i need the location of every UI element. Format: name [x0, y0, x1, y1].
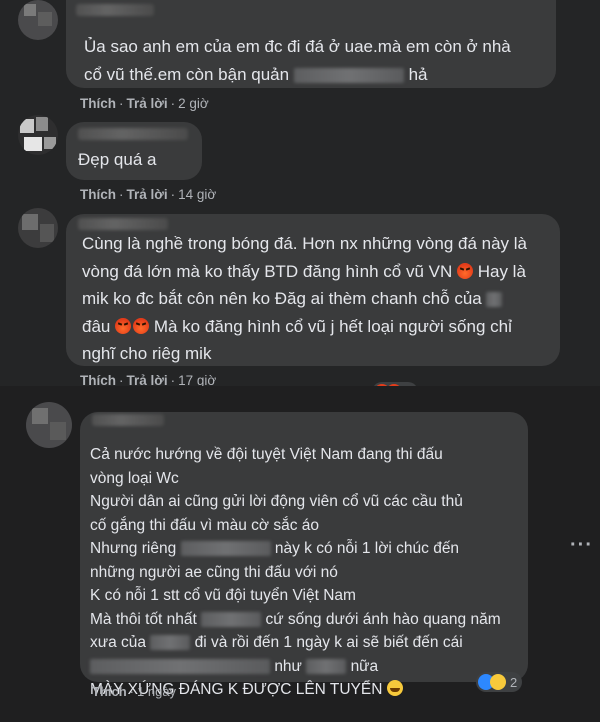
avatar[interactable]	[26, 402, 72, 448]
reply-link[interactable]: Trả lời	[127, 96, 168, 111]
comment-panel-bottom: Cả nước hướng về đội tuyệt Việt Nam đang…	[0, 386, 600, 722]
comment-bubble: Cả nước hướng về đội tuyệt Việt Nam đang…	[80, 412, 528, 698]
commenter-name[interactable]	[92, 414, 164, 426]
like-link[interactable]: Thích	[80, 96, 116, 111]
avatar[interactable]	[18, 0, 58, 40]
grin-emoji	[386, 680, 403, 696]
redacted-text	[486, 292, 503, 308]
avatar[interactable]	[18, 208, 58, 248]
angry-emoji	[115, 317, 132, 334]
comment-text: Cả nước hướng về đội tuyệt Việt Nam đang…	[90, 446, 501, 698]
more-options-icon[interactable]: ···	[570, 534, 593, 557]
comment-text: Cùng là nghề trong bóng đá. Hơn nx những…	[82, 234, 528, 363]
commenter-name[interactable]	[78, 128, 188, 140]
redacted-text	[201, 611, 262, 627]
reply-link[interactable]: Trả lời	[127, 187, 168, 202]
avatar[interactable]	[18, 115, 58, 155]
reaction-count-badge[interactable]: 2	[476, 672, 523, 692]
comment-bubble: Ủa sao anh em của em đc đi đá ở uae.mà e…	[66, 0, 556, 88]
comment-time[interactable]: 14 giờ	[178, 187, 216, 202]
comment-actions: Thích · Trả lời · 14 giờ	[80, 187, 217, 202]
redacted-text	[90, 658, 270, 674]
comment-actions: Thích · 1 ngày	[92, 684, 177, 699]
redacted-text	[150, 635, 191, 651]
commenter-name[interactable]	[76, 4, 154, 16]
redacted-text	[180, 541, 271, 557]
comment-time[interactable]: 1 ngày	[137, 684, 176, 699]
comment-bubble: Đẹp quá a	[66, 122, 202, 180]
commenter-name[interactable]	[78, 218, 168, 230]
comment-bubble: Cùng là nghề trong bóng đá. Hơn nx những…	[66, 214, 560, 366]
comment-time[interactable]: 2 giờ	[178, 96, 209, 111]
redacted-text	[306, 658, 347, 674]
angry-emoji	[133, 317, 150, 334]
like-link[interactable]: Thích	[92, 684, 127, 699]
redacted-text	[293, 67, 404, 83]
comment-panel-top: Ủa sao anh em của em đc đi đá ở uae.mà e…	[0, 0, 600, 388]
angry-emoji	[456, 262, 473, 279]
like-link[interactable]: Thích	[80, 187, 116, 202]
comment-text: Đẹp quá a	[78, 150, 157, 169]
comment-actions: Thích · Trả lời · 2 giờ	[80, 96, 209, 111]
comment-text: Ủa sao anh em của em đc đi đá ở uae.mà e…	[84, 37, 511, 84]
haha-reaction-icon	[490, 674, 506, 690]
